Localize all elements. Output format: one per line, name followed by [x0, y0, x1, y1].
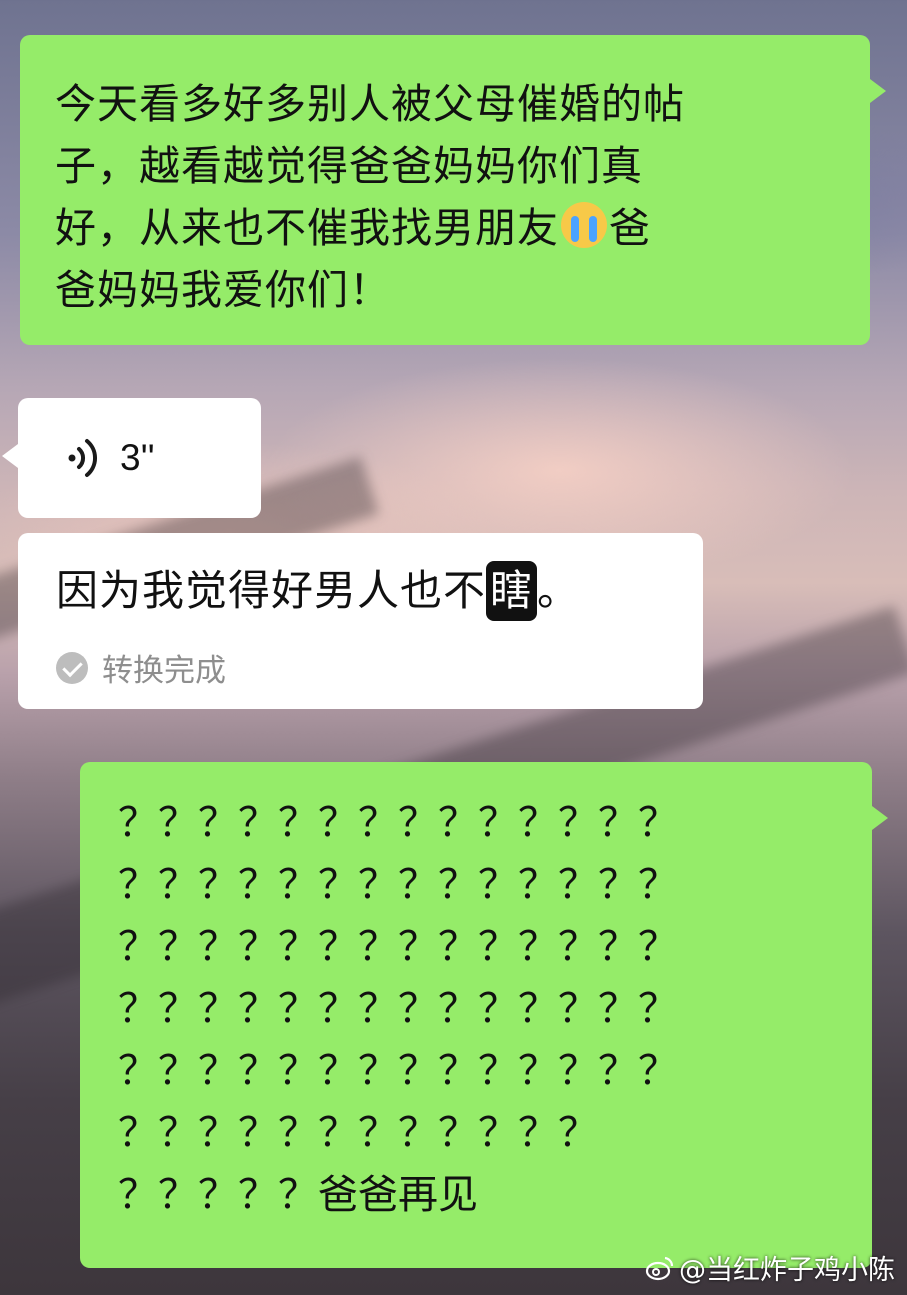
voice-wave-icon [68, 439, 98, 477]
question-marks-row: ？？？？？？？？？？？？？？ [118, 1048, 678, 1094]
weibo-icon [645, 1256, 674, 1280]
voice-message-bubble[interactable]: 3'' [2, 398, 261, 518]
outgoing-message-bubble[interactable]: ？？？？？？？？？？？？？？ ？？？？？？？？？？？？？？ ？？？？？？？？？？… [80, 762, 888, 1268]
message-line: 子，越看越觉得爸爸妈妈你们真 [55, 142, 643, 190]
transcript-text: 因为我觉得好男人也不瞎。 [56, 561, 703, 621]
transcript-text-before: 因为我觉得好男人也不 [56, 566, 487, 615]
crying-face-emoji-icon [561, 202, 607, 248]
question-marks: ？？？？？ [118, 1172, 318, 1218]
transcript-status: 转换完成 [56, 645, 703, 690]
watermark: @当红炸子鸡小陈 [645, 1248, 895, 1287]
transcript-status-label: 转换完成 [102, 653, 226, 689]
watermark-text: @当红炸子鸡小陈 [679, 1255, 895, 1286]
question-marks-row: ？？？？？？？？？？？？？？ [118, 986, 678, 1032]
voice-duration: 3'' [120, 437, 155, 478]
message-line: 爸妈妈我爱你们！ [55, 266, 391, 314]
transcript-text-after: 。 [537, 566, 581, 615]
question-marks-row: ？？？？？？？？？？？？ [118, 1110, 598, 1156]
outgoing-message-bubble[interactable]: 今天看多好多别人被父母催婚的帖 子，越看越觉得爸爸妈妈你们真 好，从来也不催我找… [20, 35, 886, 345]
message-text: 好，从来也不催我找男朋友 [55, 204, 559, 252]
voice-transcript-bubble[interactable]: 因为我觉得好男人也不瞎。 转换完成 [18, 533, 703, 709]
question-marks-row: ？？？？？？？？？？？？？？ [118, 862, 678, 908]
highlighted-char: 瞎 [486, 561, 538, 621]
question-marks-row: ？？？？？？？？？？？？？？ [118, 924, 678, 970]
message-text: 爸爸再见 [318, 1172, 478, 1218]
message-line: 好，从来也不催我找男朋友 爸 [55, 197, 840, 259]
message-text: 爸 [609, 204, 651, 252]
message-line: 今天看多好多别人被父母催婚的帖 [55, 80, 685, 128]
question-marks-row: ？？？？？？？？？？？？？？ [118, 800, 678, 846]
message-last-row: ？？？？？爸爸再见 [118, 1164, 852, 1226]
check-circle-icon [56, 651, 88, 684]
